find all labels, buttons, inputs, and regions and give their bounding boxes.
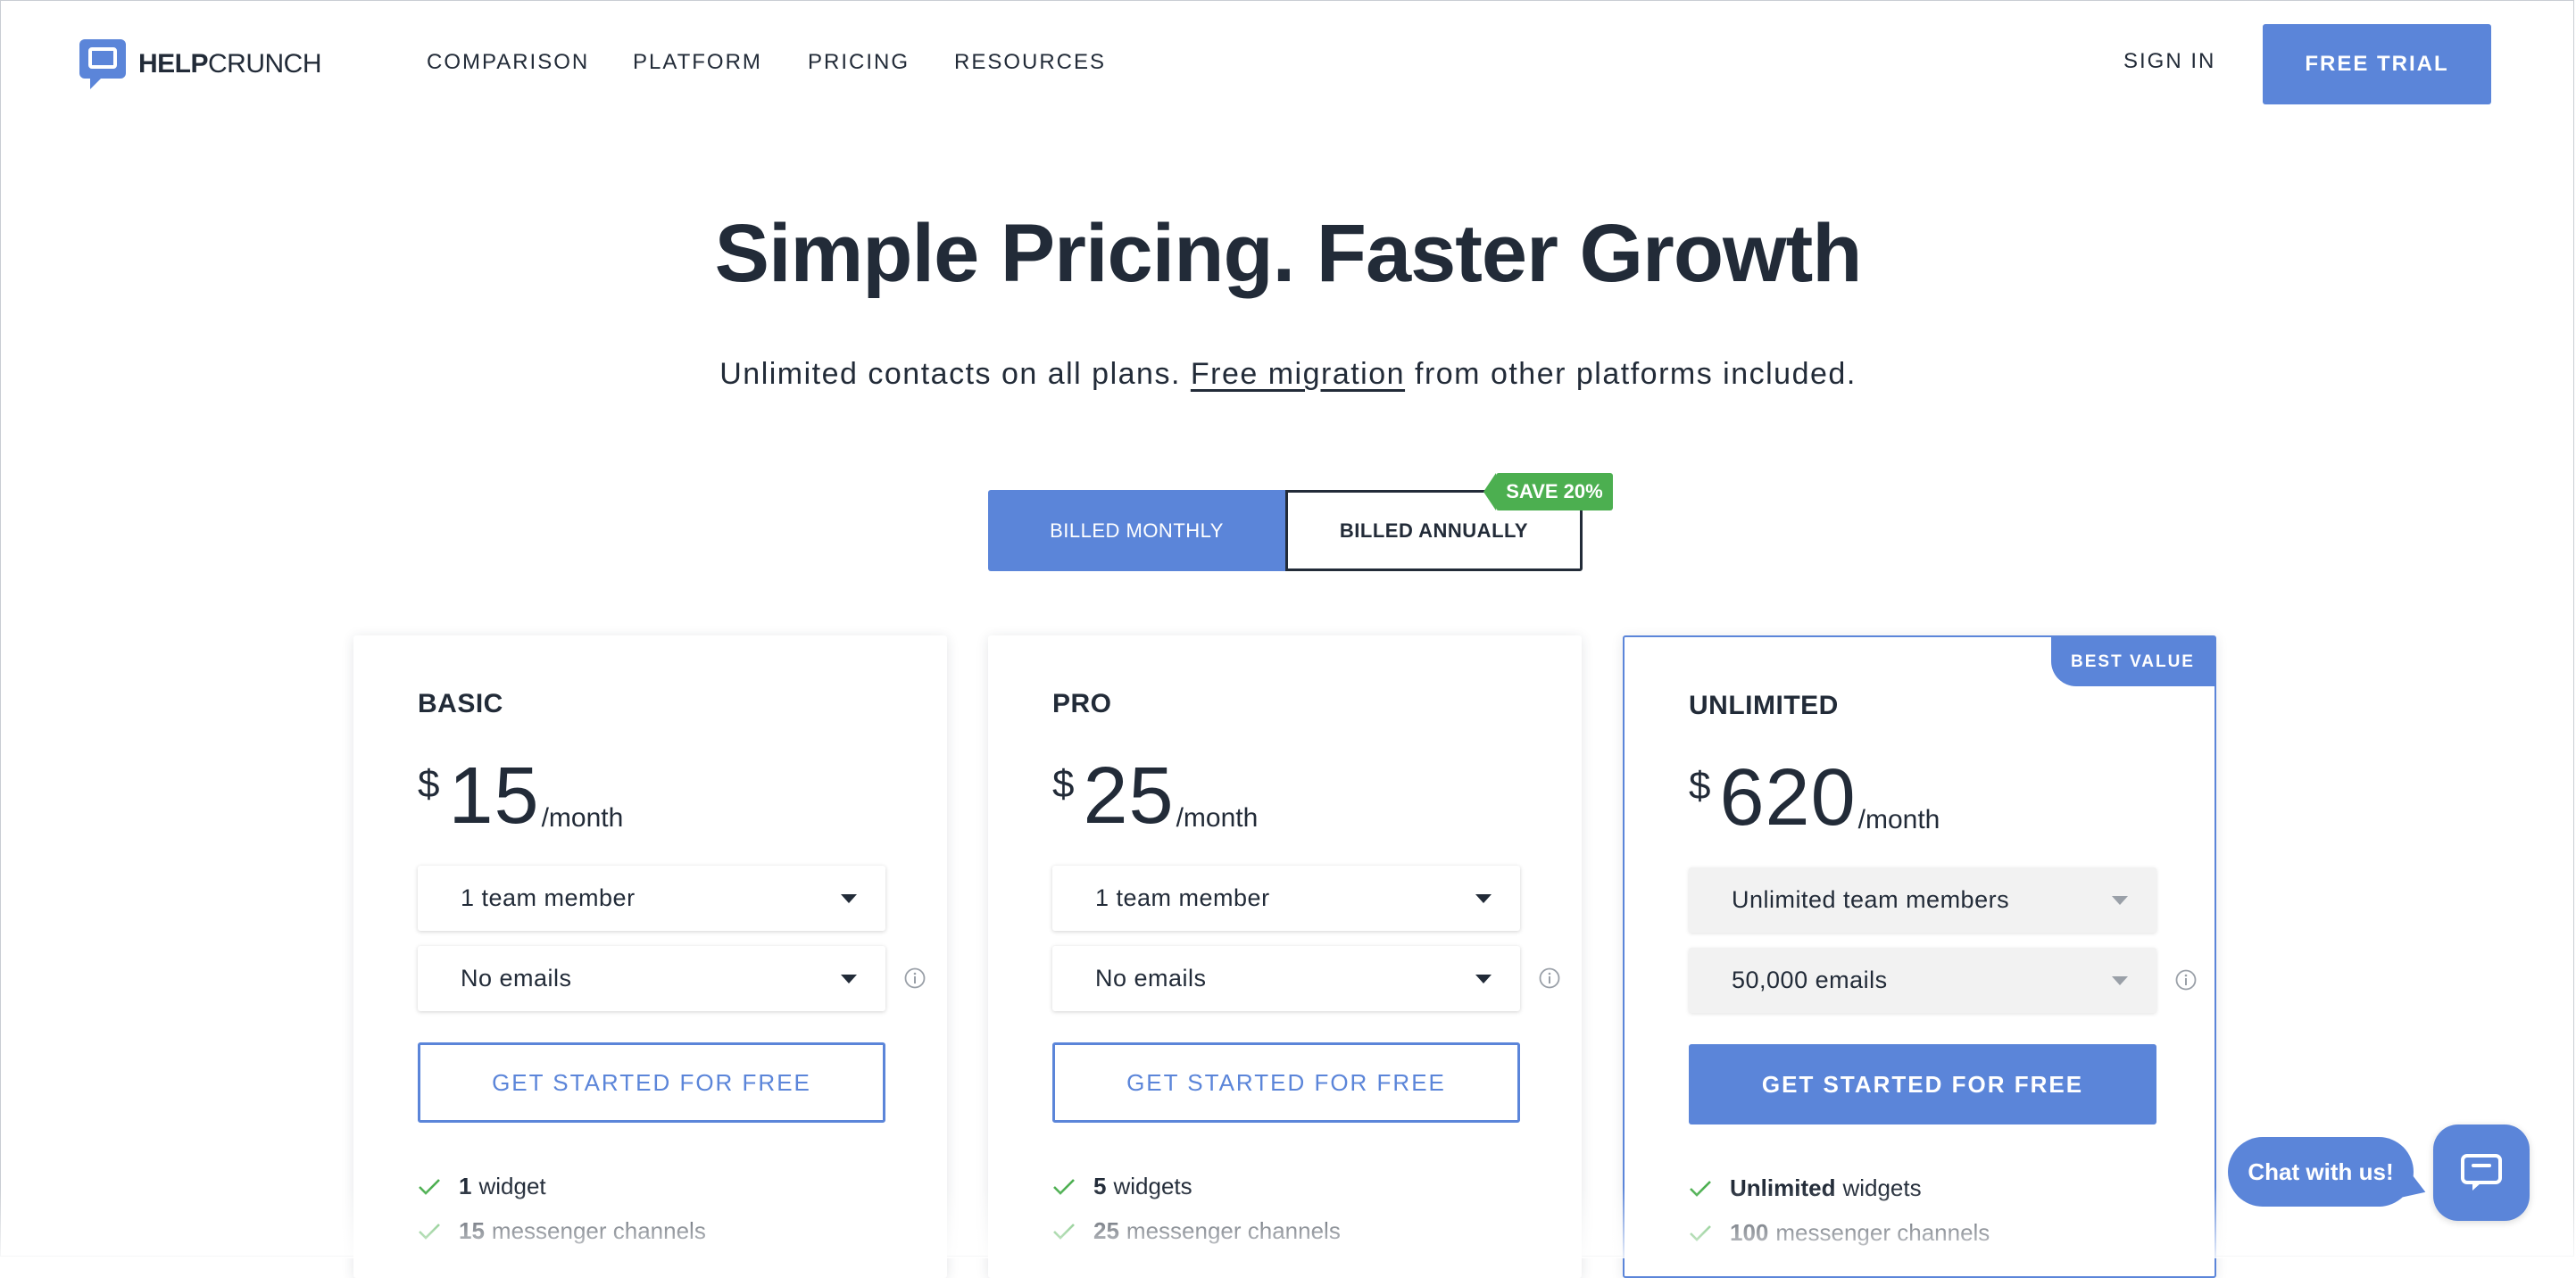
plan-card-basic: BASIC $15/month 1 team member No emails … xyxy=(353,635,947,1278)
brand-logo[interactable]: HELPCRUNCH xyxy=(79,39,322,89)
free-trial-button[interactable]: FREE TRIAL xyxy=(2263,24,2491,104)
page-title: Simple Pricing. Faster Growth xyxy=(714,208,1863,299)
feature-item: 1 widget xyxy=(418,1173,546,1200)
team-members-select[interactable]: 1 team member xyxy=(418,866,885,931)
plan-price: $15/month xyxy=(418,751,624,841)
page-subtitle: Unlimited contacts on all plans. Free mi… xyxy=(719,357,1857,391)
billed-monthly-button[interactable]: BILLED MONTHLY xyxy=(988,490,1285,571)
plan-name: UNLIMITED xyxy=(1689,691,1839,720)
caret-down-icon xyxy=(1475,975,1492,983)
sign-in-link[interactable]: SIGN IN xyxy=(2123,49,2215,74)
get-started-button[interactable]: GET STARTED FOR FREE xyxy=(418,1042,885,1123)
nav-comparison[interactable]: COMPARISON xyxy=(427,50,589,75)
plan-card-unlimited: BEST VALUE UNLIMITED $620/month Unlimite… xyxy=(1623,635,2216,1278)
nav-pricing[interactable]: PRICING xyxy=(808,50,910,75)
emails-select[interactable]: 50,000 emails xyxy=(1689,948,2156,1013)
get-started-button[interactable]: GET STARTED FOR FREE xyxy=(1689,1044,2156,1124)
emails-select[interactable]: No emails xyxy=(418,946,885,1011)
caret-down-icon xyxy=(2112,896,2128,905)
team-members-select[interactable]: Unlimited team members xyxy=(1689,867,2156,933)
chat-icon xyxy=(2461,1154,2502,1191)
plan-name: PRO xyxy=(1052,689,1112,718)
nav-resources[interactable]: RESOURCES xyxy=(954,50,1106,75)
info-icon[interactable] xyxy=(904,967,926,989)
caret-down-icon xyxy=(841,975,857,983)
info-icon[interactable] xyxy=(2175,969,2197,991)
helpcrunch-logo-icon xyxy=(79,39,126,89)
feature-item: 5 widgets xyxy=(1052,1173,1192,1200)
chat-with-us-bubble[interactable]: Chat with us! xyxy=(2228,1137,2414,1207)
plan-card-pro: PRO $25/month 1 team member No emails GE… xyxy=(988,635,1582,1278)
emails-select[interactable]: No emails xyxy=(1052,946,1520,1011)
chat-launcher-button[interactable] xyxy=(2433,1124,2530,1221)
check-icon xyxy=(1690,1224,1711,1241)
caret-down-icon xyxy=(841,894,857,903)
plan-name: BASIC xyxy=(418,689,503,718)
check-icon xyxy=(1053,1223,1075,1240)
check-icon xyxy=(1053,1178,1075,1195)
get-started-button[interactable]: GET STARTED FOR FREE xyxy=(1052,1042,1520,1123)
plan-price: $620/month xyxy=(1689,753,1940,842)
plan-price: $25/month xyxy=(1052,751,1259,841)
team-members-select[interactable]: 1 team member xyxy=(1052,866,1520,931)
save-badge: SAVE 20% xyxy=(1483,473,1613,510)
nav-platform[interactable]: PLATFORM xyxy=(633,50,762,75)
check-icon xyxy=(419,1223,440,1240)
feature-item: 25 messenger channels xyxy=(1052,1217,1341,1245)
check-icon xyxy=(1690,1180,1711,1197)
info-icon[interactable] xyxy=(1539,967,1560,989)
best-value-badge: BEST VALUE xyxy=(2051,637,2215,686)
caret-down-icon xyxy=(2112,976,2128,985)
feature-item: 100 messenger channels xyxy=(1689,1219,1990,1247)
feature-item: Unlimited widgets xyxy=(1689,1174,1922,1202)
feature-item: 15 messenger channels xyxy=(418,1217,706,1245)
check-icon xyxy=(419,1178,440,1195)
caret-down-icon xyxy=(1475,894,1492,903)
brand-name: HELPCRUNCH xyxy=(138,49,322,79)
free-migration-link[interactable]: Free migration xyxy=(1191,357,1405,391)
